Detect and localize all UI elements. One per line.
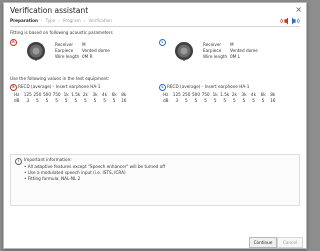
db-row: dB 3 5 5 5 5 5 5 5 5 5 16	[163, 98, 278, 104]
left-params: Receiver M Earpiece Vented dome Wire lengt…	[203, 42, 258, 60]
left-ear-speaker-icon[interactable]	[292, 17, 301, 25]
info-list: • All adaptive features except "Speech e…	[24, 164, 165, 182]
right-recd-badge: R	[10, 84, 17, 91]
db-cell: 5	[185, 98, 188, 103]
step-verification: Verification	[88, 18, 112, 23]
important-info-box: i Important information: • All adaptive …	[10, 154, 300, 206]
db-cell: 5	[103, 98, 106, 103]
db-cell: 5	[252, 98, 255, 103]
param-value: Vented dome	[82, 48, 110, 53]
db-cell: 5	[74, 98, 78, 103]
param-row: Wire length 0M L	[203, 54, 258, 60]
param-value: M	[230, 42, 234, 47]
left-recd-badge: L	[159, 84, 166, 91]
step-type: Type	[45, 18, 56, 23]
db-cell: 5	[84, 98, 87, 103]
param-row: Wire length 0M R	[55, 54, 110, 60]
param-label: Wire length	[203, 54, 228, 59]
db-cell: 5	[213, 98, 217, 103]
step-breadcrumb: Preparation › Type › Program › Verification	[10, 18, 112, 23]
db-label: dB	[14, 98, 20, 103]
right-side-badge: R	[10, 39, 17, 46]
step-program: Program	[62, 18, 81, 23]
step-separator: ›	[83, 18, 86, 23]
info-icon: i	[15, 158, 22, 165]
db-cell: 5	[93, 98, 97, 103]
db-cell: 5	[64, 98, 68, 103]
right-params: Receiver M Earpiece Vented dome Wire lengt…	[55, 42, 110, 60]
verification-dialog: Verification assistant × Preparation › Typ…	[3, 2, 307, 249]
step-preparation: Preparation	[10, 18, 38, 23]
hearing-aid-receiver-icon	[175, 42, 193, 61]
db-cell: 5	[242, 98, 246, 103]
db-cell: 16	[270, 98, 276, 103]
left-recd-table: Hz 125 250 500 750 1k 1.5k 2k 3k 4k 6k 8k dB 3 5 5 5 5 5 5…	[163, 92, 278, 104]
db-label: dB	[163, 98, 169, 103]
ear-side-selector	[279, 17, 301, 25]
param-value: 0M R	[82, 54, 93, 59]
db-cell: 5	[223, 98, 227, 103]
close-icon[interactable]: ×	[295, 5, 302, 14]
db-row: dB 3 5 5 5 5 5 5 5 5 5 16	[14, 98, 129, 104]
continue-button[interactable]: Continue	[249, 237, 277, 248]
db-cell: 5	[204, 98, 207, 103]
divider	[10, 26, 300, 27]
right-recd-title: RECD (average) - Insert earphone HA-1	[18, 84, 101, 89]
db-cell: 5	[45, 98, 49, 103]
window-title: Verification assistant	[10, 6, 89, 15]
db-cell: 16	[121, 98, 127, 103]
db-cell: 5	[233, 98, 236, 103]
db-cell: 5	[112, 98, 116, 103]
param-value: 0M L	[230, 54, 240, 59]
db-cell: 3	[26, 98, 30, 103]
left-recd-title: RECD (average) - Insert earphone HA-1	[167, 84, 250, 89]
equipment-note: Use the following values in the test equ…	[10, 76, 110, 81]
param-label: Wire length	[55, 54, 80, 59]
step-separator: ›	[40, 18, 43, 23]
db-cell: 5	[55, 98, 58, 103]
step-separator: ›	[58, 18, 60, 23]
param-value: M	[82, 42, 86, 47]
list-item: • Fitting formula: NAL-NL 2	[24, 176, 81, 181]
db-cell: 3	[175, 98, 179, 103]
fitting-note: Fitting is based on following acoustic p…	[10, 30, 113, 35]
db-cell: 5	[261, 98, 265, 103]
db-cell: 5	[36, 98, 39, 103]
db-cell: 5	[194, 98, 198, 103]
right-ear-speaker-icon[interactable]	[279, 17, 288, 25]
right-recd-table: Hz 125 250 500 750 1k 1.5k 2k 3k 4k 6k 8k dB 3 5 5 5 5 5 5…	[14, 92, 129, 104]
hearing-aid-receiver-icon	[27, 42, 45, 61]
param-value: Vented dome	[230, 48, 258, 53]
info-title: Important information:	[24, 157, 72, 162]
cancel-button[interactable]: Cancel	[277, 237, 303, 248]
left-side-badge: L	[159, 39, 166, 46]
